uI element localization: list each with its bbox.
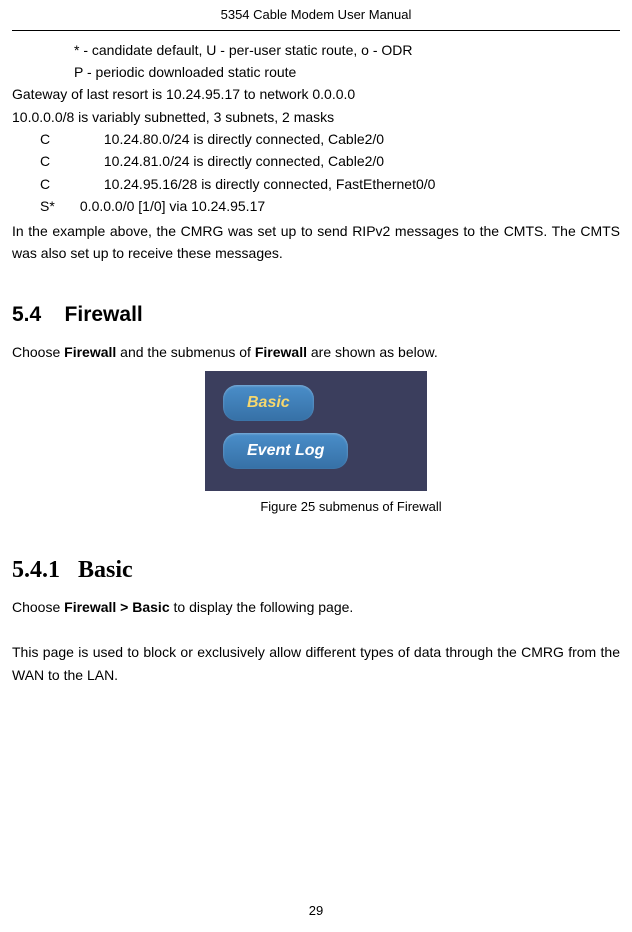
bold-text: Firewall > Basic (64, 599, 169, 615)
submenu-screenshot: Basic Event Log (205, 371, 427, 491)
code-line: 10.0.0.0/8 is variably subnetted, 3 subn… (12, 106, 620, 128)
route-entry: C 10.24.95.16/28 is directly connected, … (40, 173, 620, 195)
bold-text: Firewall (255, 344, 307, 360)
route-text: 10.24.81.0/24 is directly connected, Cab… (104, 153, 384, 169)
section-intro: Choose Firewall and the submenus of Fire… (12, 341, 620, 363)
route-entry: C 10.24.80.0/24 is directly connected, C… (40, 128, 620, 150)
figure-container: Basic Event Log (12, 371, 620, 491)
submenu-tab-event-log: Event Log (223, 433, 348, 469)
page-number: 29 (309, 903, 323, 918)
subsection-title: Basic (78, 557, 133, 583)
bold-text: Firewall (64, 344, 116, 360)
code-line: Gateway of last resort is 10.24.95.17 to… (12, 83, 620, 105)
code-line: * - candidate default, U - per-user stat… (74, 39, 620, 61)
figure-caption: Figure 25 submenus of Firewall (12, 497, 620, 517)
page-header: 5354 Cable Modem User Manual (12, 0, 620, 31)
section-title: Firewall (65, 303, 143, 326)
section-number: 5.4 (12, 303, 41, 326)
page-content: * - candidate default, U - per-user stat… (0, 31, 632, 694)
route-prefix: C (40, 173, 100, 195)
route-prefix: S* (40, 195, 76, 217)
route-text: 10.24.95.16/28 is directly connected, Fa… (104, 176, 436, 192)
route-entry: S* 0.0.0.0/0 [1/0] via 10.24.95.17 (40, 195, 620, 217)
subsection-number: 5.4.1 (12, 557, 60, 583)
code-line: P - periodic downloaded static route (74, 61, 620, 83)
route-prefix: C (40, 128, 100, 150)
paragraph: This page is used to block or exclusivel… (12, 641, 620, 686)
header-title: 5354 Cable Modem User Manual (221, 7, 412, 22)
section-heading-5-4: 5.4 Firewall (12, 299, 620, 331)
route-entry: C 10.24.81.0/24 is directly connected, C… (40, 150, 620, 172)
subsection-intro: Choose Firewall > Basic to display the f… (12, 596, 620, 618)
section-heading-5-4-1: 5.4.1 Basic (12, 552, 620, 588)
route-text: 10.24.80.0/24 is directly connected, Cab… (104, 131, 384, 147)
submenu-tab-basic: Basic (223, 385, 314, 421)
route-prefix: C (40, 150, 100, 172)
paragraph: In the example above, the CMRG was set u… (12, 220, 620, 265)
route-text: 0.0.0.0/0 [1/0] via 10.24.95.17 (80, 198, 265, 214)
page-footer: 29 (0, 901, 632, 921)
